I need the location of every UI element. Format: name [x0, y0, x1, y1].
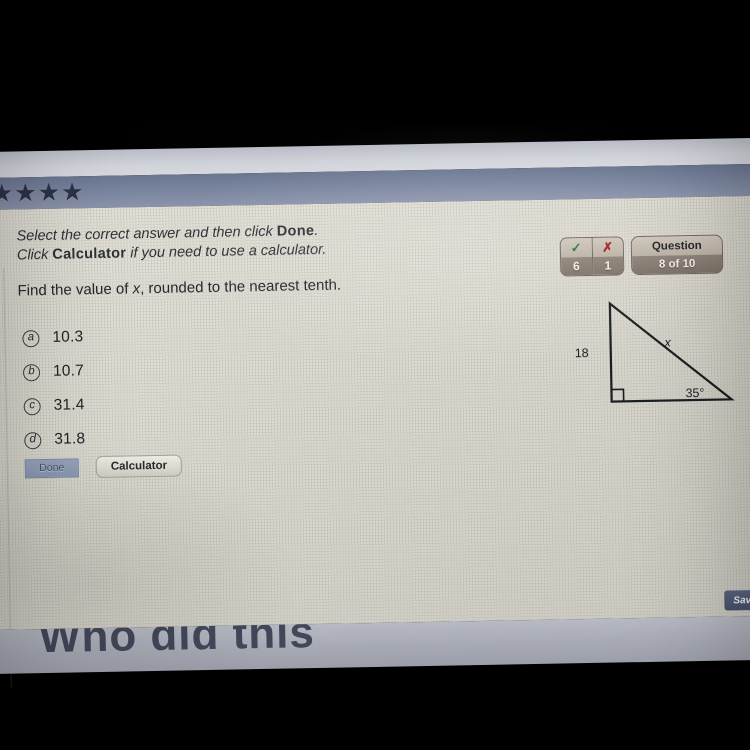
wrong-count: 1: [592, 256, 624, 275]
correct-count: 6: [561, 256, 592, 276]
choice-bubble-a[interactable]: a: [22, 329, 40, 347]
question-prompt: Find the value of x, rounded to the near…: [17, 277, 341, 300]
instruction-calculator-keyword: Calculator: [52, 245, 127, 263]
choice-bubble-b[interactable]: b: [22, 363, 41, 381]
star-icon: ★: [13, 178, 37, 207]
star-icon: ★: [0, 179, 14, 208]
calculator-button[interactable]: Calculator: [95, 454, 183, 479]
answer-choice-a[interactable]: a 10.3: [22, 325, 84, 350]
instruction-line-2-text: Click: [16, 246, 53, 264]
photo-of-monitor: ★ ★ ★ ★ Select the correct answer and th…: [0, 0, 750, 750]
hypotenuse-label: x: [664, 335, 671, 350]
instruction-line-1-end: .: [314, 222, 319, 239]
answer-choice-c[interactable]: c 31.4: [23, 393, 85, 418]
save-button[interactable]: Save: [724, 589, 750, 611]
angle-label: 35°: [685, 385, 705, 401]
question-prompt-end: , rounded to the nearest tenth.: [139, 276, 342, 298]
triangle-outline: [608, 301, 735, 403]
score-panel: ✓ 6 ✗ 1 Question 8 of 10: [559, 234, 724, 277]
choice-value-c: 31.4: [53, 396, 85, 414]
answer-choice-d[interactable]: d 31.8: [24, 427, 85, 452]
action-button-row: Done Calculator: [24, 454, 183, 479]
question-prompt-start: Find the value of: [17, 280, 133, 300]
choice-value-b: 10.7: [52, 362, 85, 380]
triangle-figure: 18 x 35°: [572, 291, 744, 419]
question-progress-box: Question 8 of 10: [630, 234, 724, 276]
instruction-done-keyword: Done: [276, 222, 315, 240]
instruction-line-2-end: if you need to use a calculator.: [126, 241, 327, 262]
answer-choice-b[interactable]: b 10.7: [22, 359, 85, 384]
done-button[interactable]: Done: [24, 457, 79, 478]
instructions-block: Select the correct answer and then click…: [16, 217, 577, 265]
cross-icon: ✗: [592, 237, 624, 257]
leg-length-label: 18: [574, 345, 589, 361]
check-icon: ✓: [560, 237, 592, 258]
choice-bubble-c[interactable]: c: [23, 397, 41, 415]
screen-content: ★ ★ ★ ★ Select the correct answer and th…: [0, 137, 750, 688]
score-tally-box: ✓ 6 ✗ 1: [559, 236, 625, 277]
star-rating: ★ ★ ★ ★: [0, 177, 84, 208]
correct-tally: ✓ 6: [560, 237, 592, 276]
question-label: Question: [631, 235, 723, 257]
choice-bubble-d[interactable]: d: [24, 431, 42, 449]
question-progress: 8 of 10: [632, 254, 723, 275]
star-icon: ★: [60, 177, 84, 207]
choice-value-a: 10.3: [52, 328, 84, 346]
quiz-content-panel: Select the correct answer and then click…: [0, 195, 750, 688]
panel-left-rule: [3, 267, 12, 688]
choice-value-d: 31.8: [54, 430, 86, 448]
instruction-line-1-text: Select the correct answer and then click: [16, 223, 277, 245]
answer-choice-list: a 10.3 b 10.7 c 31.4 d 31.8: [22, 325, 85, 462]
wrong-tally: ✗ 1: [591, 237, 624, 275]
right-angle-marker: [611, 388, 625, 402]
triangle-svg: [608, 301, 735, 403]
star-icon: ★: [37, 178, 61, 207]
